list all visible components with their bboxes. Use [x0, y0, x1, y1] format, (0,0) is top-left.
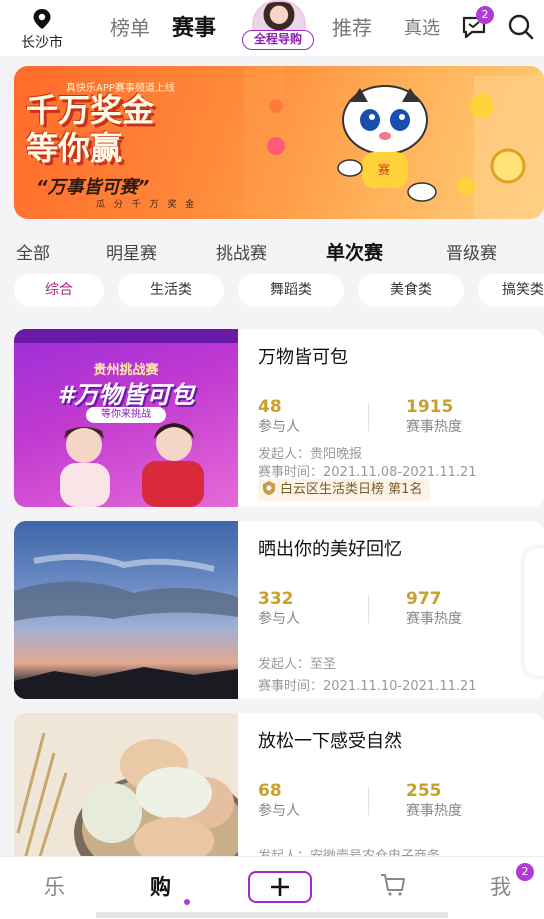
tab-events[interactable]: 赛事 [172, 10, 216, 42]
event-thumbnail: 贵州挑战赛 #万物皆可包 等你来挑战 [14, 329, 238, 507]
poster-people-image [60, 423, 204, 507]
event-card[interactable]: 放松一下感受自然 68 参与人 255 赛事热度 发起人：安徽壹号农仓电子商务 [14, 713, 544, 863]
stat-divider [368, 595, 369, 623]
banner-subtitle: 瓜 分 千 万 奖 金 [96, 200, 198, 210]
tab-recommend[interactable]: 推荐 [332, 12, 372, 41]
location-label: 长沙市 [21, 35, 63, 51]
category-all[interactable]: 全部 [16, 239, 50, 264]
promo-banner[interactable]: 真快乐APP赛事频道上线 千万奖金 等你赢 “万事皆可赛” 瓜 分 千 万 奖 … [14, 66, 544, 219]
floating-widget[interactable] [524, 548, 544, 676]
nav-me[interactable]: 我 [490, 871, 511, 901]
event-title: 晒出你的美好回忆 [258, 539, 402, 560]
publish-button[interactable] [248, 871, 312, 903]
event-thumbnail [14, 521, 238, 699]
top-bar: 长沙市 榜单 赛事 全程导购 推荐 真选 2 [0, 0, 544, 56]
plus-icon [271, 878, 289, 896]
event-card[interactable]: 晒出你的美好回忆 332 参与人 977 赛事热度 发起人：至圣 赛事时间：20… [14, 521, 544, 699]
bottom-nav: 乐 购 我 2 [0, 856, 544, 919]
heat-count: 1915 [406, 397, 454, 417]
home-indicator [96, 912, 448, 918]
category-single[interactable]: 单次赛 [326, 238, 383, 265]
participants-count: 48 [258, 397, 282, 417]
heat-count: 255 [406, 781, 442, 801]
search-button[interactable] [506, 12, 536, 42]
heat-label: 赛事热度 [406, 419, 462, 435]
participants-label: 参与人 [258, 611, 300, 627]
tag-life[interactable]: 生活类 [118, 274, 224, 307]
location-selector[interactable]: 长沙市 [12, 8, 72, 52]
tiger-mascot-icon: 赛 [337, 85, 437, 202]
participants-label: 参与人 [258, 419, 300, 435]
nav-le[interactable]: 乐 [44, 871, 65, 901]
participants-label: 参与人 [258, 803, 300, 819]
tab-selected[interactable]: 真选 [404, 14, 440, 40]
location-pin-icon [33, 9, 51, 29]
organizer: 发起人：至圣 [258, 657, 337, 672]
message-badge: 2 [476, 6, 494, 24]
cart-button[interactable] [378, 869, 408, 899]
active-indicator [184, 899, 190, 905]
banner-title-line1: 千万奖金 [26, 91, 155, 129]
heat-label: 赛事热度 [406, 611, 462, 627]
me-badge: 2 [516, 863, 534, 881]
svg-text:赛: 赛 [378, 162, 390, 177]
event-title: 万物皆可包 [258, 347, 348, 368]
stat-divider [368, 403, 369, 431]
tab-rankings[interactable]: 榜单 [110, 12, 150, 41]
nav-buy[interactable]: 购 [150, 871, 171, 901]
organizer: 发起人：贵阳晚报 [258, 447, 363, 462]
poster-line2: #万物皆可包 [57, 381, 195, 409]
tag-funny[interactable]: 搞笑类 [478, 274, 544, 307]
message-button[interactable]: 2 [460, 6, 494, 42]
event-time: 赛事时间：2021.11.08-2021.11.21 [258, 465, 477, 480]
event-card[interactable]: 贵州挑战赛 #万物皆可包 等你来挑战 万物皆可包 48 参与人 1915 赛事热… [14, 329, 544, 507]
cart-icon [381, 874, 405, 896]
heat-label: 赛事热度 [406, 803, 462, 819]
banner-title: 千万奖金 等你赢 [26, 91, 236, 167]
sky-photo [14, 553, 238, 699]
tag-general[interactable]: 综合 [14, 274, 104, 307]
medal-icon [263, 481, 275, 495]
participants-count: 332 [258, 589, 294, 609]
search-icon [508, 14, 534, 40]
event-time: 赛事时间：2021.11.10-2021.11.21 [258, 679, 477, 694]
avatar-tag: 全程导购 [242, 30, 314, 50]
category-challenge[interactable]: 挑战赛 [216, 239, 267, 264]
stat-divider [368, 787, 369, 815]
tag-food[interactable]: 美食类 [358, 274, 464, 307]
category-star[interactable]: 明星赛 [106, 239, 157, 264]
eggs-photo [16, 732, 238, 863]
event-title: 放松一下感受自然 [258, 731, 402, 752]
rank-badge: 白云区生活类日榜 第1名 [258, 479, 431, 501]
banner-pagination [282, 208, 317, 219]
tag-dance[interactable]: 舞蹈类 [238, 274, 344, 307]
banner-slogan: “万事皆可赛” [36, 177, 150, 198]
heat-count: 977 [406, 589, 442, 609]
shopping-guide-avatar[interactable]: 全程导购 [242, 0, 318, 52]
banner-title-line2: 等你赢 [26, 129, 123, 167]
participants-count: 68 [258, 781, 282, 801]
event-thumbnail [14, 713, 238, 863]
rank-text: 白云区生活类日榜 第1名 [280, 482, 423, 497]
category-promotion[interactable]: 晋级赛 [446, 239, 497, 264]
